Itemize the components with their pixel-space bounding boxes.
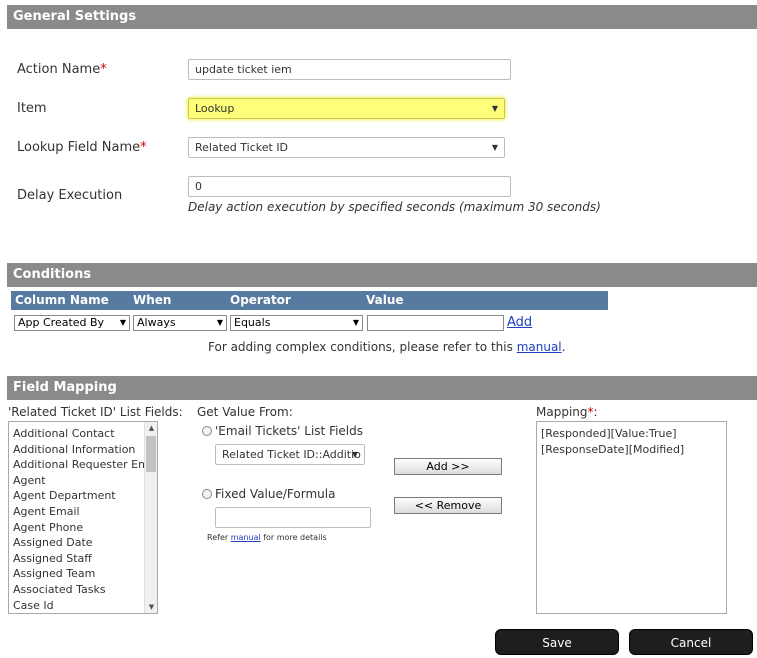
- list-item[interactable]: Additional Information: [9, 442, 145, 458]
- chevron-down-icon: ▼: [491, 104, 498, 113]
- conditions-table-header: Column Name When Operator Value: [11, 291, 608, 310]
- chevron-down-icon: ▼: [491, 143, 498, 152]
- scroll-up-icon[interactable]: ▲: [145, 422, 157, 434]
- item-label: Item: [17, 101, 47, 116]
- save-button[interactable]: Save: [495, 629, 619, 655]
- refer-note-suffix: for more details: [263, 533, 327, 542]
- list-item[interactable]: [Responded][Value:True]: [537, 426, 726, 442]
- scrollbar-thumb[interactable]: [146, 436, 156, 472]
- action-name-input[interactable]: update ticket iem: [188, 59, 511, 80]
- list-item[interactable]: Assigned Date: [9, 535, 145, 551]
- conditions-note-suffix: .: [561, 340, 566, 354]
- add-mapping-button[interactable]: Add >>: [394, 458, 502, 475]
- list-fields-scrollbar[interactable]: ▲ ▼: [144, 422, 157, 613]
- column-header-when: When: [133, 293, 172, 307]
- add-condition-link[interactable]: Add: [507, 315, 532, 330]
- refer-note-prefix: Refer: [207, 533, 229, 542]
- get-value-label: Get Value From:: [197, 405, 293, 419]
- radio-list-fields-label: 'Email Tickets' List Fields: [215, 424, 364, 438]
- conditions-note-text: For adding complex conditions, please re…: [208, 340, 513, 354]
- list-item[interactable]: Agent Email: [9, 504, 145, 520]
- condition-when-select[interactable]: Always ▼: [133, 315, 227, 331]
- list-item[interactable]: Agent Phone: [9, 520, 145, 536]
- chevron-down-icon: ▼: [352, 318, 359, 327]
- list-fields-items: Additional Contact Additional Information…: [9, 422, 145, 613]
- lookup-field-select-value: Related Ticket ID: [195, 141, 289, 154]
- mapping-label: Mapping*:: [536, 405, 598, 419]
- action-name-label-text: Action Name: [17, 62, 101, 77]
- cancel-button[interactable]: Cancel: [629, 629, 753, 655]
- list-fields-label: 'Related Ticket ID' List Fields:: [8, 405, 183, 419]
- column-header-operator: Operator: [230, 293, 291, 307]
- list-item[interactable]: [ResponseDate][Modified]: [537, 442, 726, 458]
- list-item[interactable]: Additional Requester Email: [9, 457, 145, 473]
- required-mark: *: [140, 140, 147, 155]
- condition-when-value: Always: [137, 316, 176, 329]
- action-name-label: Action Name*: [17, 62, 107, 77]
- list-item[interactable]: Assigned Team: [9, 566, 145, 582]
- condition-column-value: App Created By: [18, 316, 105, 329]
- conditions-manual-link[interactable]: manual: [517, 340, 562, 354]
- item-select[interactable]: Lookup ▼: [188, 98, 505, 119]
- required-mark: *: [100, 62, 107, 77]
- column-header-value: Value: [366, 293, 404, 307]
- mapping-items: [Responded][Value:True] [ResponseDate][Mo…: [537, 422, 726, 457]
- chevron-down-icon: ▼: [216, 318, 223, 327]
- source-list-field-value: Related Ticket ID::Additio: [222, 448, 361, 461]
- refer-note: Refer manual for more details: [207, 533, 327, 542]
- remove-mapping-button[interactable]: << Remove: [394, 497, 502, 514]
- lookup-field-label-text: Lookup Field Name: [17, 140, 141, 155]
- delay-hint: Delay action execution by specified seco…: [188, 200, 601, 214]
- item-select-value: Lookup: [195, 102, 235, 115]
- column-header-column-name: Column Name: [15, 293, 109, 307]
- list-item[interactable]: Agent Department: [9, 488, 145, 504]
- mapping-listbox[interactable]: [Responded][Value:True] [ResponseDate][Mo…: [536, 421, 727, 614]
- radio-fixed-value[interactable]: [202, 489, 212, 499]
- chevron-down-icon: ▼: [351, 450, 358, 459]
- refer-manual-link[interactable]: manual: [231, 533, 261, 542]
- list-item[interactable]: Assigned Staff: [9, 551, 145, 567]
- lookup-field-label: Lookup Field Name*: [17, 140, 147, 155]
- condition-operator-select[interactable]: Equals ▼: [230, 315, 363, 331]
- required-mark: *: [587, 405, 594, 419]
- general-settings-header: General Settings: [7, 5, 757, 29]
- radio-fixed-value-label: Fixed Value/Formula: [215, 487, 336, 501]
- chevron-down-icon: ▼: [119, 318, 126, 327]
- condition-value-input[interactable]: [367, 315, 504, 331]
- mapping-label-text: Mapping: [536, 405, 588, 419]
- conditions-note: For adding complex conditions, please re…: [208, 340, 565, 354]
- list-fields-listbox[interactable]: Additional Contact Additional Information…: [8, 421, 158, 614]
- list-item[interactable]: Additional Contact: [9, 426, 145, 442]
- delay-execution-label: Delay Execution: [17, 188, 123, 203]
- list-item[interactable]: Case Id: [9, 598, 145, 613]
- condition-column-select[interactable]: App Created By ▼: [14, 315, 130, 331]
- list-item[interactable]: Agent: [9, 473, 145, 489]
- lookup-field-select[interactable]: Related Ticket ID ▼: [188, 137, 505, 158]
- fixed-value-input[interactable]: [215, 507, 371, 528]
- field-mapping-header: Field Mapping: [7, 376, 757, 400]
- radio-list-fields[interactable]: [202, 426, 212, 436]
- scroll-down-icon[interactable]: ▼: [145, 601, 157, 613]
- delay-execution-input[interactable]: 0: [188, 176, 511, 197]
- condition-operator-value: Equals: [234, 316, 271, 329]
- source-list-field-select[interactable]: Related Ticket ID::Additio ▼: [215, 444, 365, 465]
- conditions-header: Conditions: [7, 263, 757, 287]
- list-item[interactable]: Associated Tasks: [9, 582, 145, 598]
